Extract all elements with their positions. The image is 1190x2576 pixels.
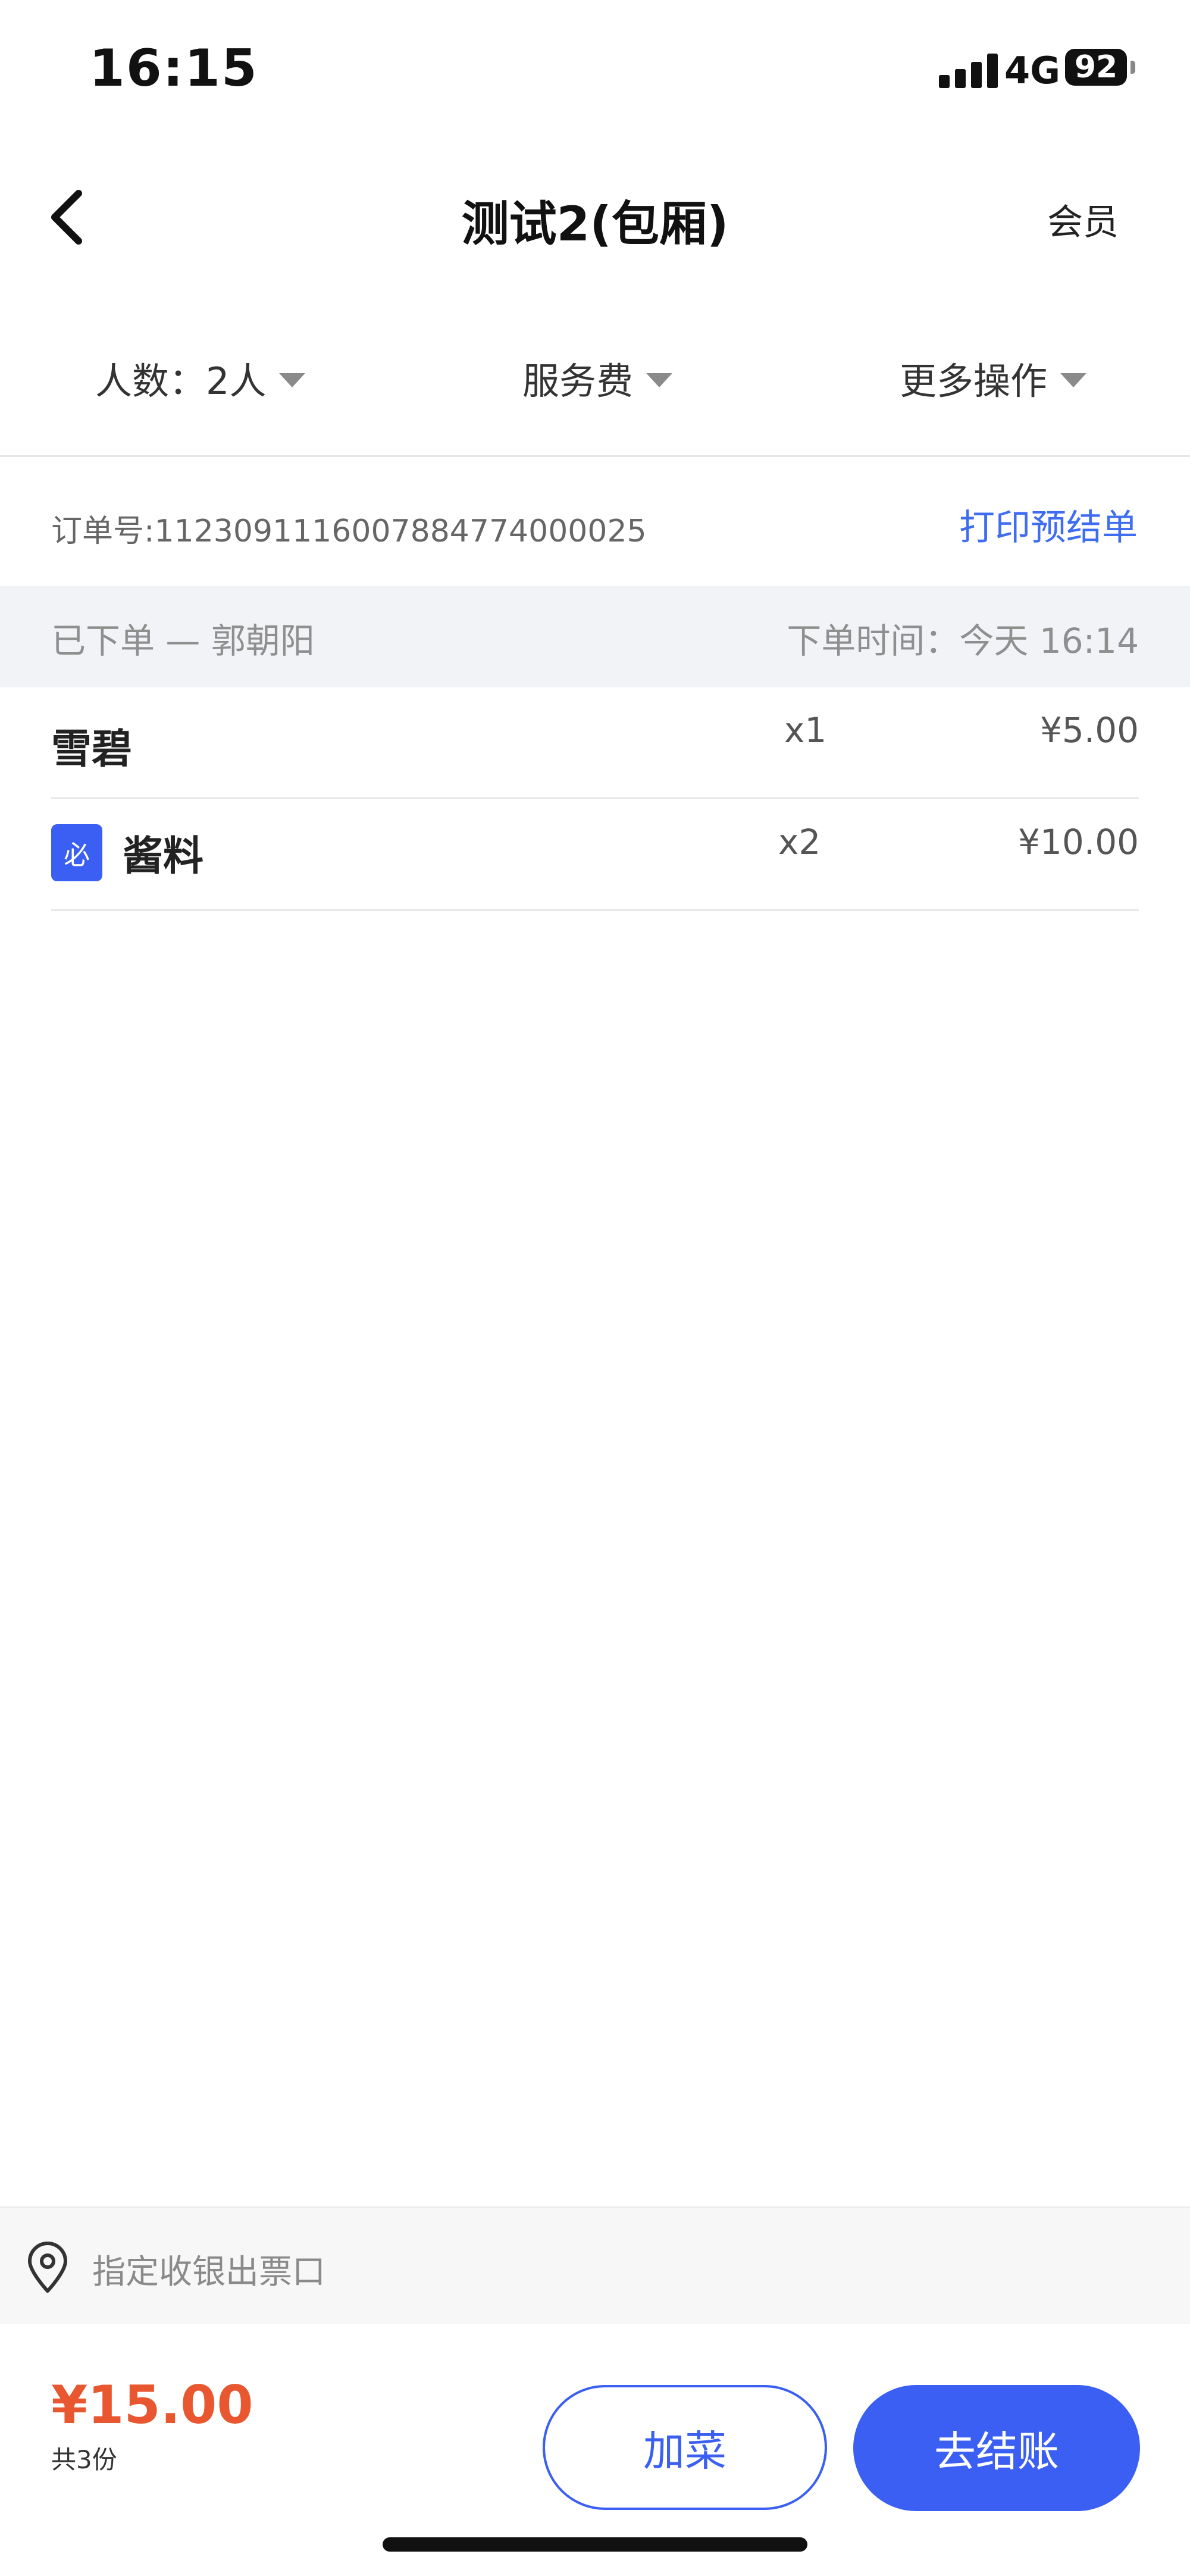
order-time: 下单时间：今天 16:14 xyxy=(787,621,1139,661)
list-item[interactable]: 雪碧 x1 ¥5.00 xyxy=(51,687,1139,799)
required-badge: 必 xyxy=(51,824,102,881)
order-status: 已下单 — 郭朝阳 xyxy=(51,621,315,661)
print-prebill-link[interactable]: 打印预结单 xyxy=(959,499,1138,550)
item-name-text: 酱料 xyxy=(123,833,204,880)
order-number: 订单号:1123091116007884774000025 xyxy=(51,514,647,549)
battery-nub xyxy=(1130,61,1135,74)
service-fee-label: 服务费 xyxy=(522,359,634,403)
caret-down-icon xyxy=(279,373,306,387)
member-button[interactable]: 会员 xyxy=(1047,193,1119,245)
signal-icon xyxy=(939,52,998,88)
item-name: 雪碧 xyxy=(51,716,132,775)
service-fee-dropdown[interactable]: 服务费 xyxy=(522,348,673,408)
list-item[interactable]: 必 酱料 x2 ¥10.00 xyxy=(51,799,1139,911)
ticket-window-label: 指定收银出票口 xyxy=(92,2253,325,2292)
item-count: 共3份 xyxy=(51,2445,117,2474)
page-title: 测试2(包厢) xyxy=(461,196,729,252)
item-price: ¥10.00 xyxy=(1018,822,1139,862)
item-name: 必 酱料 xyxy=(51,823,203,882)
home-indicator[interactable] xyxy=(383,2537,807,2552)
more-actions-dropdown[interactable]: 更多操作 xyxy=(900,348,1087,408)
people-count-label: 人数：2人 xyxy=(95,359,267,403)
add-dish-button[interactable]: 加菜 xyxy=(543,2385,827,2510)
location-pin-icon xyxy=(28,2242,67,2293)
item-price: ¥5.00 xyxy=(1039,710,1139,750)
people-count-dropdown[interactable]: 人数：2人 xyxy=(95,348,306,408)
item-qty: x1 xyxy=(784,710,827,750)
item-name-text: 雪碧 xyxy=(51,726,133,773)
status-time: 16:15 xyxy=(89,39,258,98)
order-group-header: 已下单 — 郭朝阳 下单时间：今天 16:14 xyxy=(0,586,1190,687)
more-actions-label: 更多操作 xyxy=(900,359,1048,403)
caret-down-icon xyxy=(646,373,673,387)
ticket-window-selector[interactable]: 指定收银出票口 xyxy=(0,2206,1190,2324)
battery-icon: 92 xyxy=(1065,49,1127,86)
network-type: 4G xyxy=(1004,49,1061,92)
caret-down-icon xyxy=(1060,373,1087,387)
action-row: 人数：2人 服务费 更多操作 xyxy=(0,301,1190,457)
total-price: ¥15.00 xyxy=(51,2374,253,2436)
checkout-button[interactable]: 去结账 xyxy=(853,2385,1140,2511)
item-qty: x2 xyxy=(778,822,821,862)
